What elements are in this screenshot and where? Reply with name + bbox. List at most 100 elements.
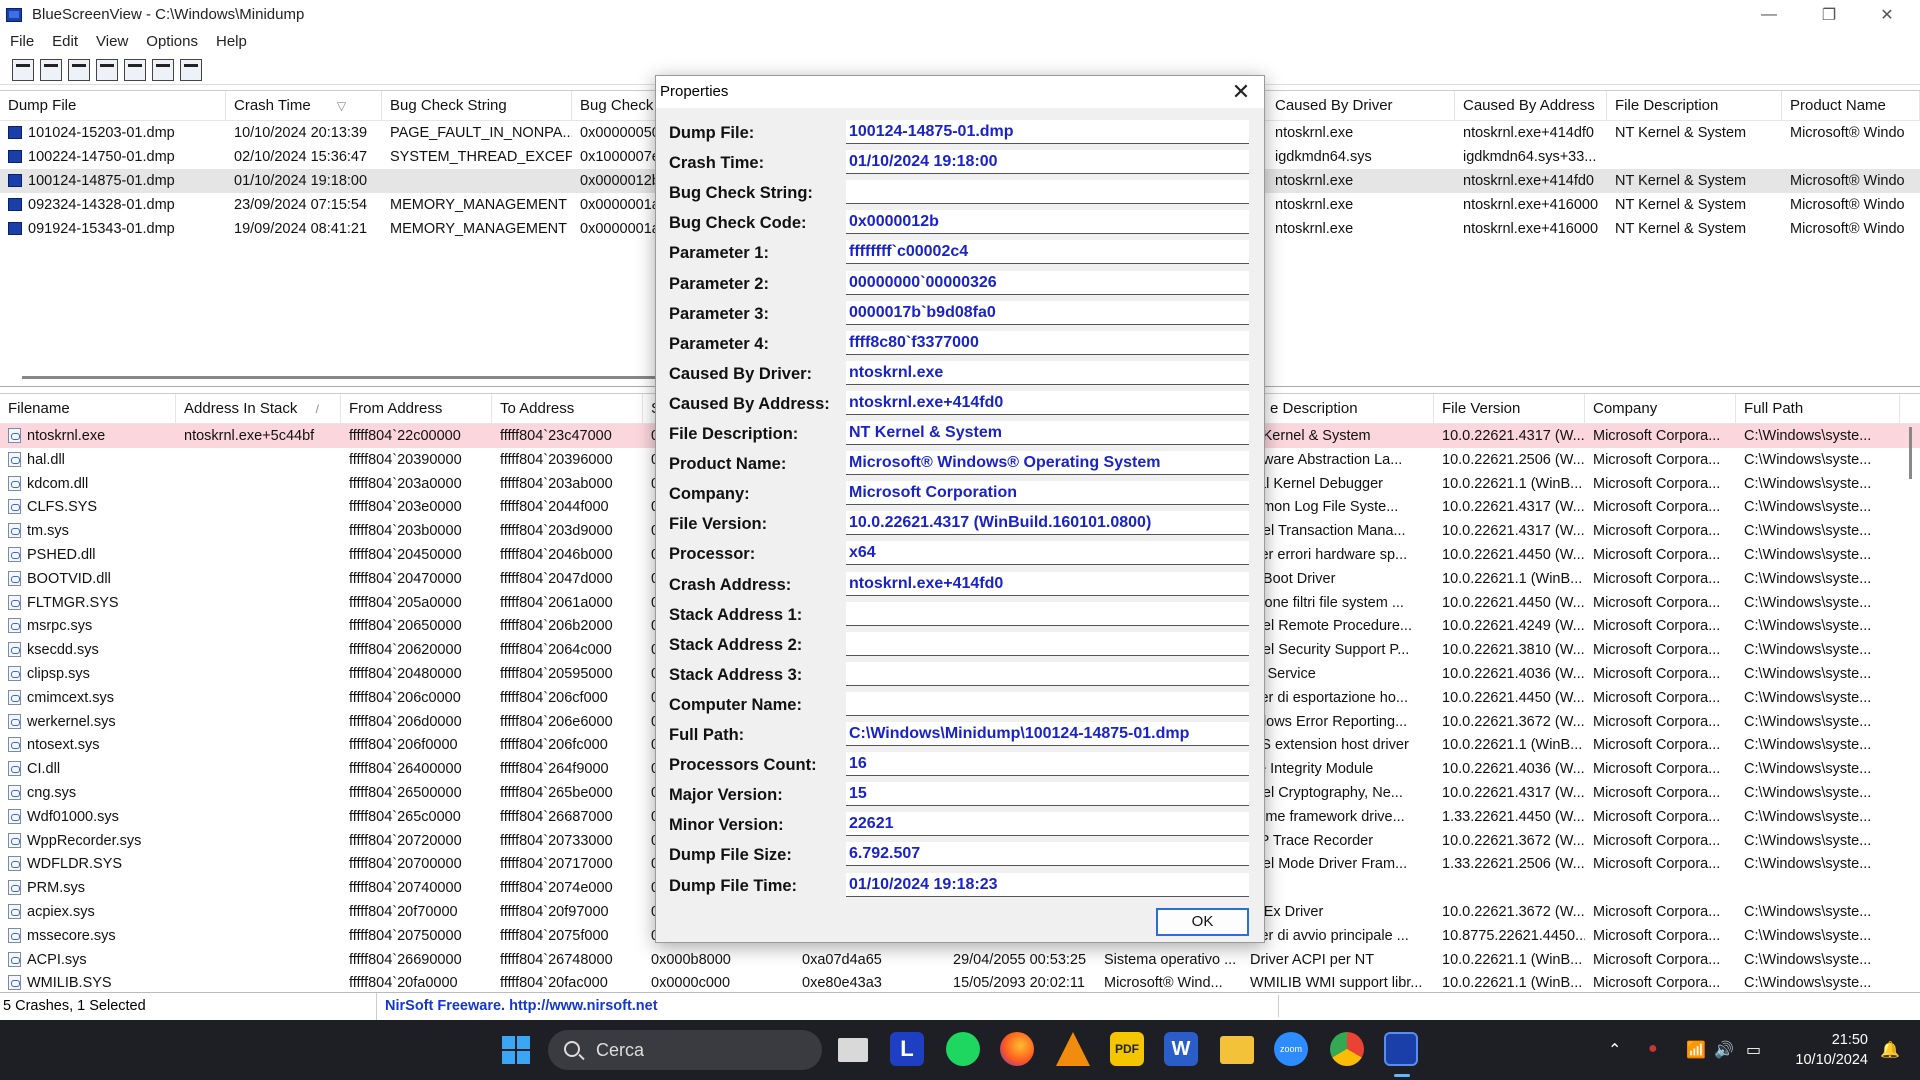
col-product-name[interactable]: Product Name xyxy=(1782,91,1920,121)
col-file-description[interactable]: File Description xyxy=(1607,91,1782,121)
exit-icon[interactable] xyxy=(180,58,202,81)
col-caused-by-driver[interactable]: Caused By Driver xyxy=(1267,91,1455,121)
property-value-field[interactable]: ntoskrnl.exe xyxy=(846,360,1249,385)
menu-options[interactable]: Options xyxy=(136,33,206,50)
driver-filename: PRM.sys xyxy=(27,880,85,897)
col-filename[interactable]: Filename xyxy=(0,394,176,424)
property-value-field[interactable]: 01/10/2024 19:18:00 xyxy=(846,150,1249,175)
time-string-cell: 15/05/2093 20:02:11 xyxy=(953,975,1085,990)
ok-button[interactable]: OK xyxy=(1156,908,1249,936)
wifi-icon[interactable]: 📶 xyxy=(1686,1040,1706,1060)
property-value-field[interactable] xyxy=(846,631,1249,656)
vpn-icon[interactable]: ● xyxy=(1648,1040,1658,1058)
maximize-button[interactable]: ❐ xyxy=(1800,0,1858,29)
minimize-button[interactable]: — xyxy=(1740,0,1798,29)
property-value-field[interactable] xyxy=(846,661,1249,686)
col-bug-check-string[interactable]: Bug Check String xyxy=(382,91,572,121)
driver-row[interactable]: WMILIB.SYS fffff804`20fa0000 fffff804`20fa… xyxy=(0,971,1920,990)
full-path-cell: C:\Windows\syste... xyxy=(1744,808,1872,825)
menu-edit[interactable]: Edit xyxy=(42,33,86,50)
driver-filename-cell: acpiex.sys xyxy=(0,900,176,924)
property-value-field[interactable]: 22621 xyxy=(846,812,1249,837)
property-value-field[interactable]: x64 xyxy=(846,541,1249,566)
pdf-app-icon[interactable]: PDF xyxy=(1110,1032,1144,1066)
refresh-icon[interactable] xyxy=(68,58,90,81)
property-value-field[interactable]: ffff8c80`f3377000 xyxy=(846,330,1249,355)
driver-filename: Wdf01000.sys xyxy=(27,808,119,825)
volume-icon[interactable]: 🔊 xyxy=(1714,1040,1734,1060)
col-caused-by-address[interactable]: Caused By Address xyxy=(1455,91,1607,121)
col-to-address[interactable]: To Address xyxy=(492,394,643,424)
menu-help[interactable]: Help xyxy=(206,33,255,50)
col-from-address[interactable]: From Address xyxy=(341,394,492,424)
property-value-field[interactable]: NT Kernel & System xyxy=(846,421,1249,445)
task-view-icon[interactable] xyxy=(838,1038,868,1062)
l-app-icon[interactable]: L xyxy=(890,1032,924,1066)
find-icon[interactable] xyxy=(152,58,174,81)
property-value-field[interactable]: 0000017b`b9d08fa0 xyxy=(846,300,1249,325)
chevron-up-icon[interactable]: ⌃ xyxy=(1608,1040,1621,1060)
to-address-cell: fffff804`2074e000 xyxy=(500,880,613,897)
col-dump-file[interactable]: Dump File xyxy=(0,91,226,121)
property-value-field[interactable] xyxy=(846,691,1249,716)
property-value-field[interactable]: 00000000`00000326 xyxy=(846,270,1249,295)
html-report-icon[interactable] xyxy=(124,58,146,81)
taskbar-search[interactable]: Cerca xyxy=(548,1030,822,1070)
menu-view[interactable]: View xyxy=(86,33,136,50)
property-value-field[interactable]: 01/10/2024 19:18:23 xyxy=(846,872,1249,897)
property-value-field[interactable]: 10.0.22621.4317 (WinBuild.160101.0800) xyxy=(846,511,1249,536)
address-in-stack-cell xyxy=(176,829,341,853)
company-cell: Microsoft Corpora... xyxy=(1593,737,1721,754)
copy-icon[interactable] xyxy=(96,58,118,81)
property-value-field[interactable]: 100124-14875-01.dmp xyxy=(846,120,1249,144)
to-address-cell: fffff804`206b2000 xyxy=(500,618,613,635)
vlc-icon[interactable] xyxy=(1056,1032,1090,1066)
col-full-path[interactable]: Full Path xyxy=(1736,394,1900,424)
crash-time-cell: 02/10/2024 15:36:47 xyxy=(234,149,368,165)
property-value-field[interactable] xyxy=(846,180,1249,205)
col-bug-check-code[interactable]: Bug Check C xyxy=(572,91,662,121)
clock[interactable]: 21:50 10/10/2024 xyxy=(1795,1030,1868,1070)
property-value-field[interactable]: C:\Windows\Minidump\100124-14875-01.dmp xyxy=(846,722,1249,746)
vertical-scrollbar[interactable] xyxy=(1909,427,1912,479)
dialog-close-icon[interactable]: ✕ xyxy=(1228,79,1254,105)
menu-file[interactable]: File xyxy=(0,33,42,50)
caused-by-driver-cell: ntoskrnl.exe xyxy=(1275,125,1354,141)
zoom-icon[interactable]: zoom xyxy=(1274,1032,1308,1066)
battery-icon[interactable]: ▭ xyxy=(1746,1040,1761,1060)
col-file-version[interactable]: File Version xyxy=(1434,394,1585,424)
property-value-field[interactable]: 0x0000012b xyxy=(846,210,1249,235)
driver-filename-cell: hal.dll xyxy=(0,448,176,472)
property-value-field[interactable]: ntoskrnl.exe+414fd0 xyxy=(846,390,1249,415)
firefox-icon[interactable] xyxy=(1000,1032,1034,1066)
col-company[interactable]: Company xyxy=(1585,394,1736,424)
driver-row[interactable]: ACPI.sys fffff804`26690000 fffff804`267480… xyxy=(0,948,1920,972)
spotify-icon[interactable] xyxy=(946,1032,980,1066)
property-value-field[interactable]: 15 xyxy=(846,782,1249,807)
col-file-description[interactable]: e Description xyxy=(1262,394,1434,424)
close-button[interactable]: ✕ xyxy=(1858,0,1916,29)
nirsoft-link[interactable]: NirSoft Freeware. http://www.nirsoft.net xyxy=(376,993,658,1020)
notification-bell-icon[interactable]: 🔔 xyxy=(1880,1040,1900,1060)
property-value-field[interactable] xyxy=(846,601,1249,626)
file-explorer-icon[interactable] xyxy=(1220,1036,1254,1064)
property-value-field[interactable]: ffffffff`c00002c4 xyxy=(846,240,1249,265)
driver-filename-cell: CI.dll xyxy=(0,757,176,781)
property-value-field[interactable]: Microsoft® Windows® Operating System xyxy=(846,451,1249,476)
property-value-field[interactable]: 6.792.507 xyxy=(846,842,1249,867)
property-value-field[interactable]: 16 xyxy=(846,752,1249,777)
bluescreenview-icon[interactable] xyxy=(1384,1032,1418,1066)
property-row: Stack Address 2: xyxy=(656,630,1264,660)
properties-icon[interactable] xyxy=(12,58,34,81)
start-windows-icon[interactable] xyxy=(502,1036,530,1064)
property-value-field[interactable]: Microsoft Corporation xyxy=(846,481,1249,506)
from-address-cell: fffff804`265c0000 xyxy=(349,808,461,825)
col-crash-time[interactable]: Crash Time ▽ xyxy=(226,91,382,121)
save-icon[interactable] xyxy=(40,58,62,81)
company-cell: Microsoft Corpora... xyxy=(1593,523,1721,540)
word-icon[interactable]: W xyxy=(1164,1032,1198,1066)
horizontal-scrollbar[interactable] xyxy=(22,376,662,379)
col-address-in-stack[interactable]: Address In Stack / xyxy=(176,394,341,424)
chrome-icon[interactable] xyxy=(1330,1032,1364,1066)
property-value-field[interactable]: ntoskrnl.exe+414fd0 xyxy=(846,571,1249,596)
